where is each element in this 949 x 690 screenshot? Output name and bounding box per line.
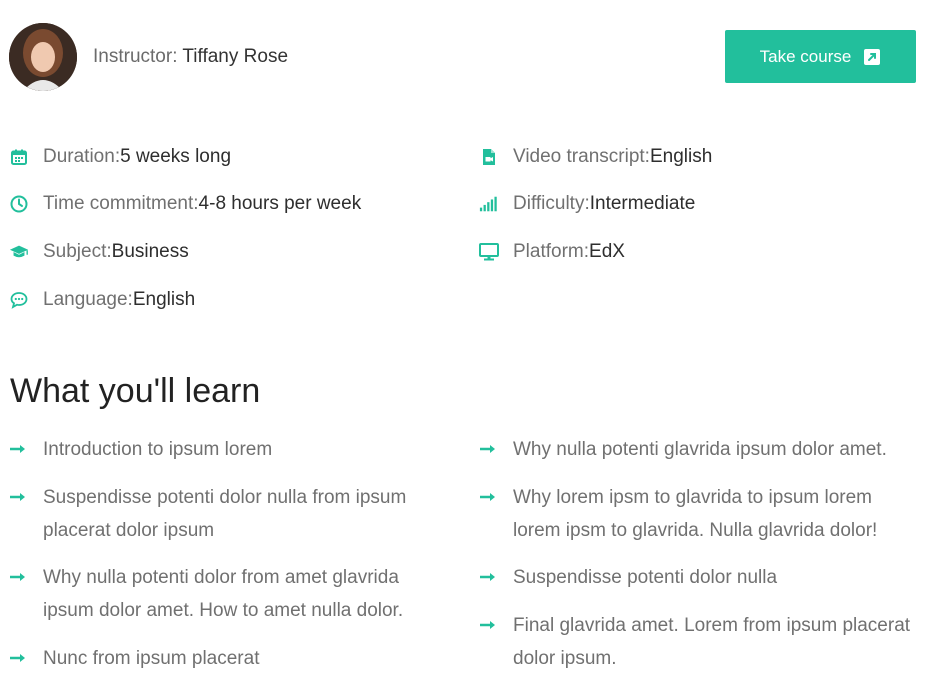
learn-item-text: Introduction to ipsum lorem — [43, 439, 273, 460]
difficulty-value: Intermediate — [589, 193, 696, 214]
language-label: Language: — [43, 289, 133, 310]
arrow-right-icon — [479, 481, 497, 547]
detail-platform: Platform: EdX — [479, 241, 625, 263]
avatar — [9, 23, 77, 91]
signal-bars-icon — [479, 194, 499, 214]
arrow-right-icon — [9, 561, 27, 627]
time-commitment-label: Time commitment: — [43, 193, 199, 214]
platform-label: Platform: — [513, 241, 590, 262]
arrow-right-icon — [9, 433, 27, 466]
learn-item: Suspendisse potenti dolor nulla — [479, 561, 919, 594]
learn-item-text: Suspendisse potenti dolor nulla — [513, 567, 778, 588]
learn-item-text: Suspendisse potenti dolor nulla from ips… — [43, 487, 407, 541]
learn-item: Why lorem ipsm to glavrida to ipsum lore… — [479, 481, 919, 547]
learn-item: Why nulla potenti dolor from amet glavri… — [9, 561, 449, 627]
arrow-right-icon — [479, 609, 497, 675]
take-course-button[interactable]: Take course — [725, 30, 916, 83]
learn-item-text: Why nulla potenti dolor from amet glavri… — [43, 567, 404, 621]
arrow-right-icon — [9, 481, 27, 547]
learn-item-text: Why lorem ipsm to glavrida to ipsum lore… — [513, 487, 878, 541]
clock-icon — [9, 194, 29, 214]
subject-value: Business — [111, 241, 189, 262]
graduation-cap-icon — [9, 242, 29, 262]
platform-value: EdX — [589, 241, 625, 262]
detail-video-transcript: Video transcript: English — [479, 146, 712, 168]
detail-duration: Duration: 5 weeks long — [9, 146, 231, 168]
chat-bubble-icon — [9, 290, 29, 310]
video-transcript-value: English — [649, 146, 713, 167]
instructor-label: Instructor: — [93, 46, 183, 67]
take-course-label: Take course — [759, 46, 852, 66]
calendar-icon — [9, 147, 29, 167]
learn-item: Final glavrida amet. Lorem from ipsum pl… — [479, 609, 919, 675]
detail-difficulty: Difficulty: Intermediate — [479, 193, 695, 215]
monitor-icon — [479, 242, 499, 262]
video-transcript-label: Video transcript: — [513, 146, 650, 167]
instructor-name[interactable]: Tiffany Rose — [182, 46, 288, 67]
learn-item-text: Nunc from ipsum placerat — [43, 648, 260, 669]
learn-item: Suspendisse potenti dolor nulla from ips… — [9, 481, 449, 547]
subject-label: Subject: — [43, 241, 112, 262]
arrow-right-icon — [479, 561, 497, 594]
external-link-icon — [863, 48, 881, 66]
learn-item-text: Final glavrida amet. Lorem from ipsum pl… — [513, 615, 911, 669]
detail-language: Language: English — [9, 289, 195, 311]
arrow-right-icon — [9, 642, 27, 675]
learn-item: Nunc from ipsum placerat — [9, 642, 449, 675]
detail-subject: Subject: Business — [9, 241, 189, 263]
duration-value: 5 weeks long — [120, 146, 232, 167]
detail-time-commitment: Time commitment: 4-8 hours per week — [9, 193, 361, 215]
learn-item-text: Why nulla potenti glavrida ipsum dolor a… — [513, 439, 887, 460]
video-file-icon — [479, 147, 499, 167]
learn-item: Why nulla potenti glavrida ipsum dolor a… — [479, 433, 924, 466]
learn-section-title: What you'll learn — [10, 372, 261, 410]
learn-item: Introduction to ipsum lorem — [9, 433, 449, 466]
language-value: English — [132, 289, 196, 310]
time-commitment-value: 4-8 hours per week — [198, 193, 362, 214]
difficulty-label: Difficulty: — [513, 193, 590, 214]
duration-label: Duration: — [43, 146, 121, 167]
instructor-row: Instructor: Tiffany Rose — [9, 23, 288, 91]
instructor-info: Instructor: Tiffany Rose — [93, 46, 288, 68]
arrow-right-icon — [479, 433, 497, 466]
